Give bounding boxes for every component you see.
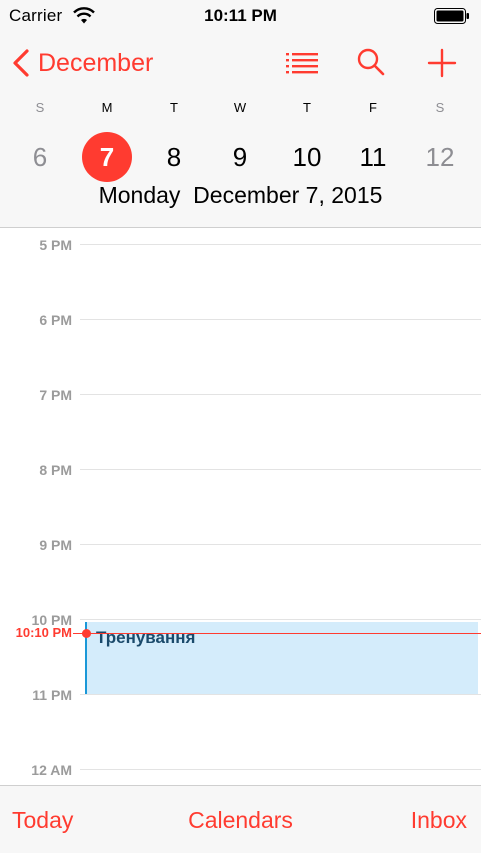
- weekday-letter-fri: F: [369, 100, 377, 115]
- week-strip: S M T W T F S 6 7 8 9 10 11 12 Monday De…: [0, 92, 481, 228]
- status-bar: Carrier 10:11 PM: [0, 0, 481, 34]
- back-to-month-button[interactable]: December: [10, 46, 153, 80]
- search-icon[interactable]: [354, 46, 390, 80]
- hour-line: [80, 694, 481, 695]
- day-10[interactable]: 10: [282, 132, 332, 182]
- hour-label-5pm: 5 PM: [39, 237, 72, 253]
- day-11[interactable]: 11: [348, 132, 398, 182]
- day-6[interactable]: 6: [15, 132, 65, 182]
- weekday-letter-sun: S: [35, 100, 45, 115]
- weekday-letter-sat: S: [435, 100, 445, 115]
- day-8[interactable]: 8: [149, 132, 199, 182]
- hour-line: [80, 544, 481, 545]
- weekday-letter-wed: W: [233, 100, 247, 115]
- day-12[interactable]: 12: [415, 132, 465, 182]
- bottom-toolbar: Today Calendars Inbox: [0, 785, 481, 853]
- calendars-button[interactable]: Calendars: [0, 807, 481, 834]
- event-title: Тренування: [96, 628, 196, 647]
- hour-line: [80, 319, 481, 320]
- current-time-line: [73, 633, 481, 634]
- list-icon[interactable]: [284, 46, 320, 80]
- current-time-dot: [82, 629, 91, 638]
- navigation-bar: December: [0, 34, 481, 92]
- day-7-selected[interactable]: 7: [82, 132, 132, 182]
- back-button-label: December: [38, 48, 154, 77]
- day-timeline[interactable]: 5 PM 6 PM 7 PM 8 PM 9 PM 10 PM 11 PM 12 …: [0, 229, 481, 785]
- hour-label-12am: 12 AM: [31, 762, 72, 778]
- status-time: 10:11 PM: [204, 6, 277, 25]
- weekday-letter-tue: T: [170, 100, 178, 115]
- battery-icon: [434, 8, 469, 24]
- hour-line: [80, 769, 481, 770]
- hour-label-7pm: 7 PM: [39, 387, 72, 403]
- current-time-label: 10:10 PM: [15, 625, 72, 640]
- hour-line: [80, 394, 481, 395]
- hour-label-11pm: 11 PM: [32, 687, 72, 703]
- hour-label-6pm: 6 PM: [39, 312, 72, 328]
- inbox-button[interactable]: Inbox: [411, 807, 467, 834]
- weekday-letter-thu: T: [303, 100, 311, 115]
- hour-line: [80, 469, 481, 470]
- add-icon[interactable]: [424, 46, 460, 80]
- selected-date-label: Monday December 7, 2015: [98, 182, 383, 208]
- hour-line: [80, 619, 481, 620]
- hour-label-9pm: 9 PM: [39, 537, 72, 553]
- hour-label-8pm: 8 PM: [39, 462, 72, 478]
- chevron-left-icon: [13, 49, 29, 77]
- day-9[interactable]: 9: [215, 132, 265, 182]
- weekday-letter-mon: M: [101, 100, 113, 115]
- hour-line: [80, 244, 481, 245]
